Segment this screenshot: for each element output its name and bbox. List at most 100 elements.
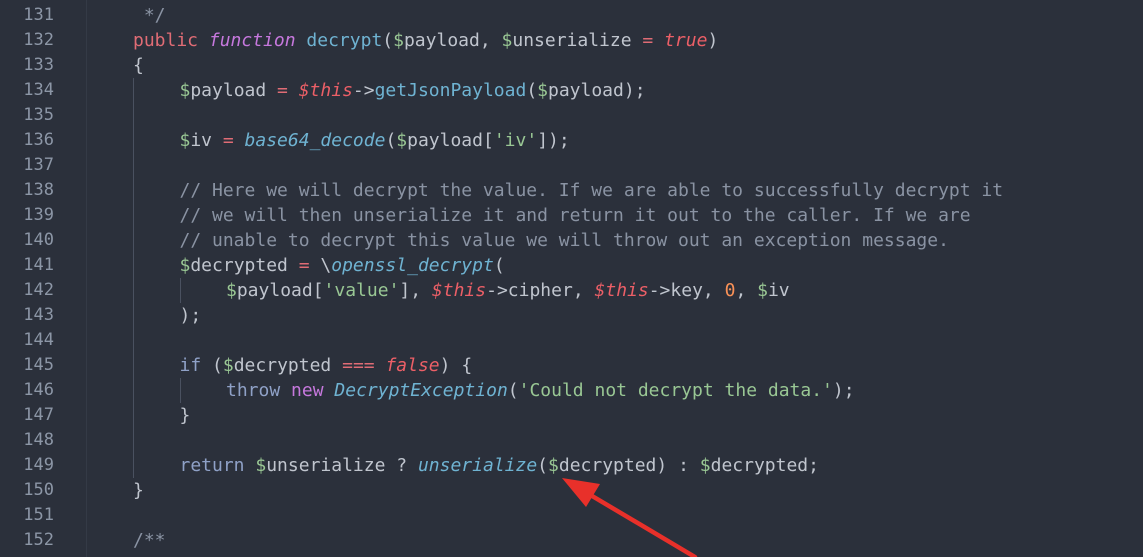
- code-token: if: [179, 355, 202, 376]
- code-token: ?: [385, 455, 418, 476]
- code-text: if ($decrypted === false) {: [180, 353, 473, 378]
- code-line[interactable]: [86, 328, 1143, 353]
- code-line[interactable]: // we will then unserialize it and retur…: [86, 203, 1143, 228]
- code-line[interactable]: /**: [86, 528, 1143, 553]
- code-token: unserialize: [417, 455, 538, 476]
- code-token: new: [291, 380, 324, 401]
- code-token: // Here we will decrypt the value. If we…: [179, 180, 1004, 201]
- indent-guide: [179, 378, 181, 403]
- code-text: $payload = $this->getJsonPayload($payloa…: [180, 78, 646, 103]
- code-line[interactable]: // Here we will decrypt the value. If we…: [86, 178, 1143, 203]
- line-number: 135: [23, 105, 54, 125]
- code-line[interactable]: [86, 153, 1143, 178]
- code-token: ->: [648, 280, 671, 301]
- code-token: $: [501, 30, 513, 51]
- code-token: payload: [407, 130, 483, 151]
- line-number-gutter: 131 132 133 134 135 136 137 138 139 140 141 142 143 1…: [0, 0, 87, 557]
- indent-guide: [133, 353, 134, 378]
- indent-guide: [133, 128, 134, 153]
- code-token: false: [385, 355, 440, 376]
- line-number: 150: [23, 480, 54, 500]
- code-token: =: [266, 80, 299, 101]
- line-number: 142: [23, 280, 54, 300]
- indent-guide: [133, 203, 134, 228]
- code-line[interactable]: );: [86, 303, 1143, 328]
- code-token: decrypted: [233, 355, 332, 376]
- code-area[interactable]: */public function decrypt($payload, $uns…: [86, 0, 1143, 557]
- code-token: decrypted: [710, 455, 809, 476]
- code-token: ): [707, 30, 719, 51]
- code-token: $: [179, 255, 191, 276]
- line-number: 131: [23, 5, 54, 25]
- code-token: ,: [572, 280, 595, 301]
- code-token: ->: [486, 280, 508, 301]
- code-line[interactable]: return $unserialize ? unserialize($decry…: [86, 453, 1143, 478]
- code-line[interactable]: }: [86, 478, 1143, 503]
- code-line[interactable]: throw new DecryptException('Could not de…: [86, 378, 1143, 403]
- line-number: 145: [23, 355, 54, 375]
- code-token: // unable to decrypt this value we will …: [179, 230, 949, 251]
- code-text: {: [133, 53, 144, 78]
- code-token: =: [287, 255, 321, 276]
- code-token: 0: [724, 280, 736, 301]
- code-token: 'iv': [493, 130, 538, 151]
- code-token: $: [226, 280, 237, 301]
- code-line[interactable]: $decrypted = \openssl_decrypt(: [86, 253, 1143, 278]
- code-token: ===: [331, 355, 386, 376]
- code-line[interactable]: $iv = base64_decode($payload['iv']);: [86, 128, 1143, 153]
- code-token: function: [208, 30, 296, 51]
- code-token: $: [179, 80, 191, 101]
- code-token: $: [548, 455, 559, 476]
- indent-guide: [133, 103, 134, 128]
- code-token: }: [179, 405, 191, 426]
- indent-guide: [133, 453, 134, 478]
- code-line[interactable]: $payload = $this->getJsonPayload($payloa…: [86, 78, 1143, 103]
- code-token: payload: [403, 30, 480, 51]
- code-token: throw: [226, 380, 281, 401]
- indent-guide: [133, 403, 134, 428]
- code-token: decrypt: [306, 30, 383, 51]
- code-line[interactable]: {: [86, 53, 1143, 78]
- code-line[interactable]: [86, 103, 1143, 128]
- code-token: ) :: [656, 455, 700, 476]
- code-token: cipher: [507, 280, 573, 301]
- code-line[interactable]: [86, 503, 1143, 528]
- code-token: (: [537, 455, 549, 476]
- code-token: payload: [190, 80, 267, 101]
- indent-guide: [179, 278, 181, 303]
- line-number: 143: [23, 305, 54, 325]
- code-line[interactable]: if ($decrypted === false) {: [86, 353, 1143, 378]
- code-token: $: [179, 130, 191, 151]
- code-text: throw new DecryptException('Could not de…: [226, 378, 855, 403]
- code-token: ,: [735, 280, 758, 301]
- code-token: openssl_decrypt: [331, 255, 494, 276]
- line-number: 136: [23, 130, 54, 150]
- code-token: $this: [298, 80, 353, 101]
- code-line[interactable]: $payload['value'], $this->cipher, $this-…: [86, 278, 1143, 303]
- code-line[interactable]: // unable to decrypt this value we will …: [86, 228, 1143, 253]
- code-text: $iv = base64_decode($payload['iv']);: [180, 128, 570, 153]
- line-number: 137: [23, 155, 54, 175]
- line-number: 140: [23, 230, 54, 250]
- code-line[interactable]: public function decrypt($payload, $unser…: [86, 28, 1143, 53]
- code-token: =: [631, 30, 665, 51]
- code-token: );: [179, 305, 202, 326]
- line-number: 138: [23, 180, 54, 200]
- code-line[interactable]: }: [86, 403, 1143, 428]
- code-token: [: [312, 280, 324, 301]
- indent-guide: [133, 378, 134, 403]
- indent-guide: [133, 228, 134, 253]
- code-line[interactable]: [86, 428, 1143, 453]
- code-token: );: [623, 80, 646, 101]
- code-editor[interactable]: 131 132 133 134 135 136 137 138 139 140 141 142 143 1…: [0, 0, 1143, 557]
- line-number: 152: [23, 530, 54, 550]
- code-token: ,: [479, 30, 502, 51]
- code-line[interactable]: */: [86, 3, 1143, 28]
- code-token: getJsonPayload: [374, 80, 527, 101]
- code-token: ]);: [537, 130, 570, 151]
- code-token: ],: [399, 280, 432, 301]
- line-number: 132: [23, 30, 54, 50]
